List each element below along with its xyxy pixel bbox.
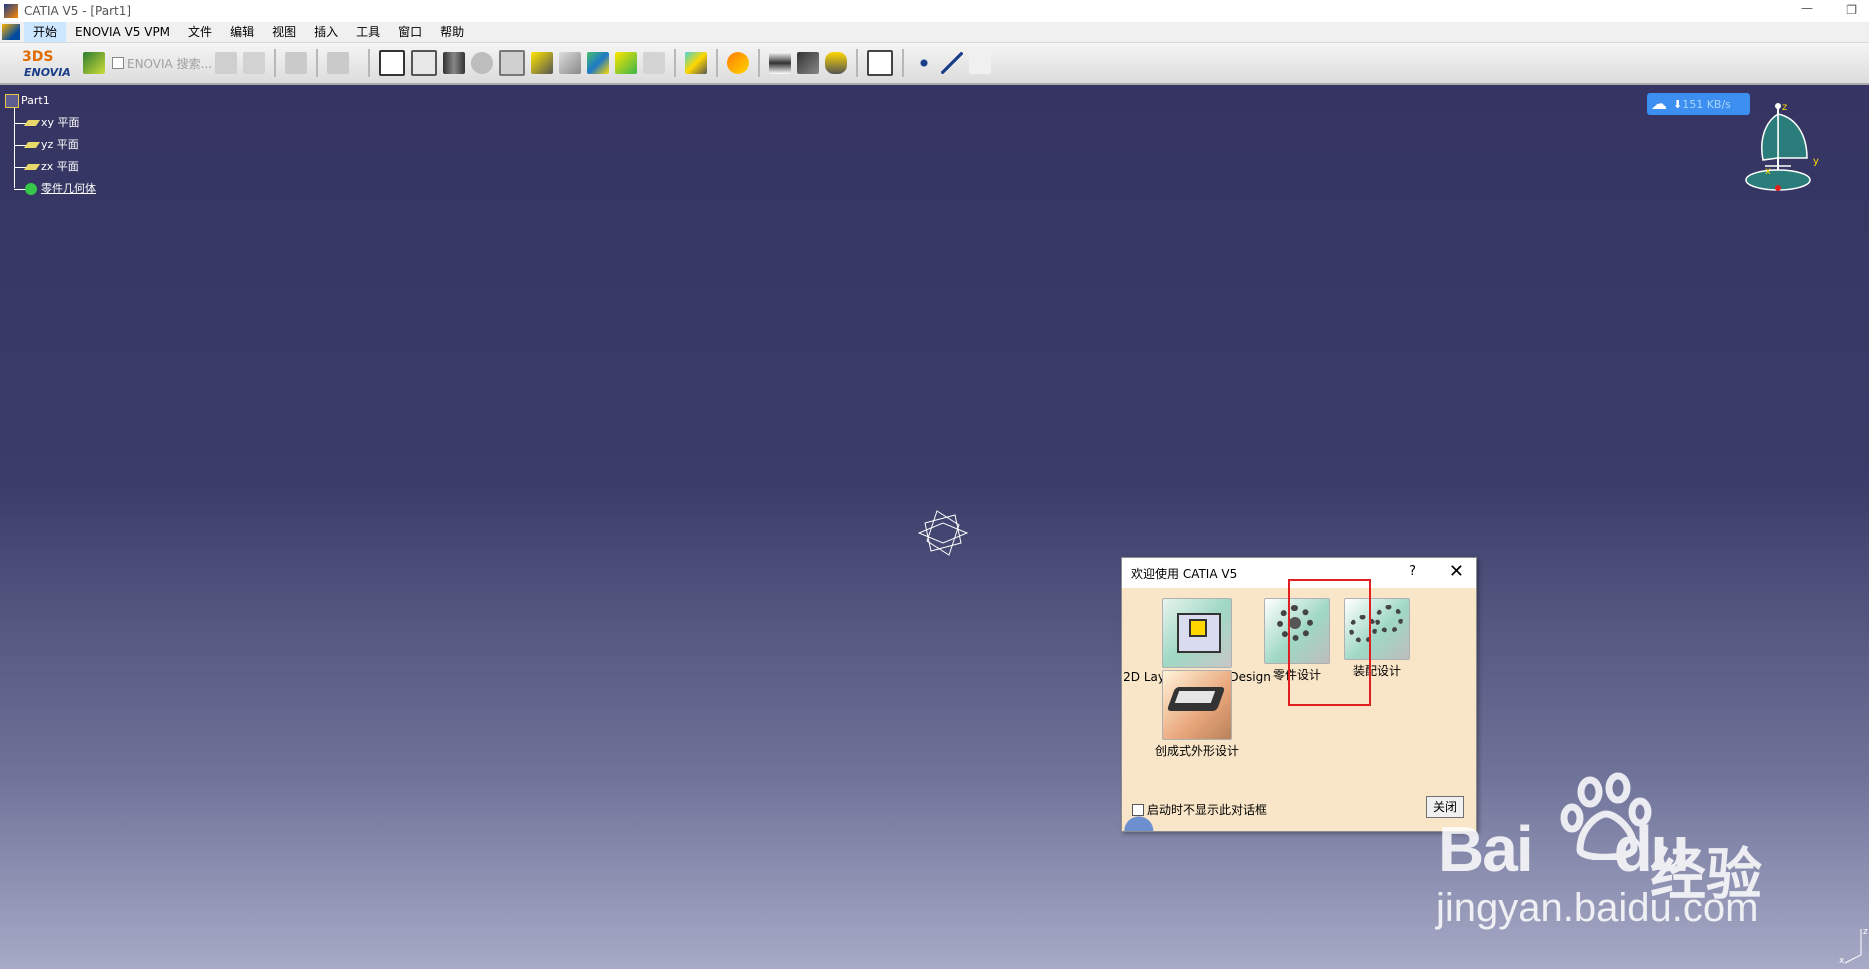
separator	[856, 49, 858, 77]
enovia-connect-icon[interactable]	[83, 52, 105, 74]
enovia-logo[interactable]: 3DS ENOVIA	[18, 49, 71, 81]
tree-item-label: xy 平面	[41, 116, 80, 129]
svg-text:z: z	[1863, 927, 1868, 937]
part-icon	[5, 94, 19, 108]
specification-tree: Part1 xy 平面 yz 平面 zx 平面 零件几何体	[5, 90, 96, 200]
download-arrow-icon: ⬇	[1673, 97, 1683, 111]
remove-multi-section-icon[interactable]	[643, 52, 665, 74]
plane-icon[interactable]	[969, 52, 991, 74]
menu-window[interactable]: 窗口	[389, 22, 431, 42]
tree-root-label: Part1	[21, 94, 50, 107]
transformation-icon[interactable]	[769, 52, 791, 74]
slot-icon[interactable]	[559, 52, 581, 74]
tree-root-part1[interactable]: Part1	[5, 90, 96, 112]
plane-icon	[23, 142, 41, 148]
solid-combine-icon[interactable]	[587, 52, 609, 74]
measure-disabled-icon[interactable]	[285, 52, 308, 74]
menu-help[interactable]: 帮助	[431, 22, 473, 42]
globe-logo-icon	[1122, 815, 1164, 831]
ds-icon: 3DS	[22, 49, 54, 65]
compass-axis-label: x	[1765, 166, 1771, 177]
separator	[368, 49, 370, 77]
workbench-generative-shape-design[interactable]: 创成式外形设计	[1122, 670, 1272, 759]
dress-up-icon[interactable]	[727, 52, 749, 74]
workbench-label: 创成式外形设计	[1154, 744, 1239, 758]
close-icon[interactable]: ✕	[1449, 561, 1464, 582]
generative-shape-design-icon	[1162, 670, 1232, 740]
help-icon[interactable]: ?	[1409, 564, 1416, 579]
tree-item-label: 零件几何体	[41, 182, 96, 195]
window-title: CATIA V5 - [Part1]	[24, 4, 132, 18]
svg-text:x: x	[1839, 956, 1845, 965]
watermark-url: jingyan.baidu.com	[1436, 886, 1759, 930]
cloud-icon: ☁	[1651, 94, 1667, 113]
pocket-icon[interactable]	[411, 50, 437, 76]
speed-value: 151 KB/s	[1682, 97, 1731, 111]
line-icon[interactable]	[941, 52, 963, 74]
plane-icon	[23, 120, 41, 126]
checkbox-label: 启动时不显示此对话框	[1147, 803, 1268, 817]
restore-icon[interactable]: ❐	[1846, 3, 1857, 17]
edit-disabled-icon[interactable]	[327, 52, 350, 74]
plane-icon	[23, 164, 41, 170]
compass-axis-label: z	[1782, 102, 1787, 113]
enovia-logo-text: ENOVIA	[24, 66, 71, 79]
tree-expand-icon[interactable]	[215, 52, 238, 74]
surface-based-features-icon[interactable]	[685, 52, 707, 74]
menu-enovia[interactable]: ENOVIA V5 VPM	[66, 22, 179, 42]
axis-system-icon: z x	[1839, 927, 1868, 965]
separator	[674, 49, 676, 77]
separator	[716, 49, 718, 77]
menu-start[interactable]: 开始	[24, 22, 67, 42]
rib-icon[interactable]	[531, 52, 553, 74]
enovia-search[interactable]: ENOVIA 搜索...	[112, 55, 212, 72]
separator	[316, 49, 319, 77]
dialog-title: 欢迎使用 CATIA V5	[1131, 566, 1238, 581]
tree-item-label: yz 平面	[41, 138, 79, 151]
tree-item-yz-plane[interactable]: yz 平面	[5, 134, 96, 156]
compass-icon[interactable]: z x y	[1745, 100, 1825, 206]
toolbar: 3DS ENOVIA ENOVIA 搜索...	[0, 43, 1869, 85]
origin-planes-icon	[917, 510, 969, 556]
tree-item-label: zx 平面	[41, 160, 79, 173]
menu-view[interactable]: 视图	[263, 22, 305, 42]
menu-file[interactable]: 文件	[179, 22, 221, 42]
sketcher-icon[interactable]	[867, 50, 893, 76]
watermark-brand-part1: Bai	[1438, 813, 1534, 885]
separator	[758, 49, 760, 77]
enovia-search-checkbox[interactable]	[112, 57, 124, 69]
pad-icon[interactable]	[379, 50, 405, 76]
point-icon[interactable]	[913, 52, 935, 74]
enovia-search-label: ENOVIA 搜索...	[127, 56, 213, 71]
separator	[274, 49, 277, 77]
welcome-dialog: 欢迎使用 CATIA V5 ? ✕ 2D Layout for 3D Desig…	[1121, 557, 1477, 832]
menu-tools[interactable]: 工具	[347, 22, 389, 42]
checkbox-box[interactable]	[1132, 803, 1144, 816]
tree-item-zx-plane[interactable]: zx 平面	[5, 156, 96, 178]
minimize-icon[interactable]: —	[1801, 1, 1813, 15]
tree-item-xy-plane[interactable]: xy 平面	[5, 112, 96, 134]
baidu-paw-icon	[1560, 772, 1652, 860]
multi-section-solid-icon[interactable]	[615, 52, 637, 74]
menu-insert[interactable]: 插入	[305, 22, 347, 42]
selection-highlight-box	[1288, 579, 1371, 706]
ds-logo-icon[interactable]	[2, 24, 20, 40]
save-disabled-icon[interactable]	[243, 52, 266, 74]
menu-edit[interactable]: 编辑	[221, 22, 263, 42]
menu-bar: 开始 ENOVIA V5 VPM 文件 编辑 视图 插入 工具 窗口 帮助	[0, 22, 1869, 43]
2d-layout-icon	[1162, 598, 1232, 668]
boolean-operations-icon[interactable]	[797, 52, 819, 74]
catia-app-icon	[4, 4, 18, 18]
baidu-watermark: Bai du 经验 jingyan.baidu.com	[1430, 760, 1850, 930]
network-speed-badge[interactable]: ☁ ⬇ 151 KB/s	[1647, 93, 1750, 115]
separator	[902, 49, 904, 77]
part-body-icon	[25, 183, 37, 195]
shaft-icon[interactable]	[443, 52, 465, 74]
compass-axis-label: y	[1813, 156, 1819, 167]
hole-icon[interactable]	[499, 50, 525, 76]
title-bar: CATIA V5 - [Part1] — ❐	[0, 0, 1869, 22]
tree-item-part-body[interactable]: 零件几何体	[5, 178, 96, 200]
apply-material-icon[interactable]	[825, 52, 847, 74]
groove-icon[interactable]	[471, 52, 493, 74]
